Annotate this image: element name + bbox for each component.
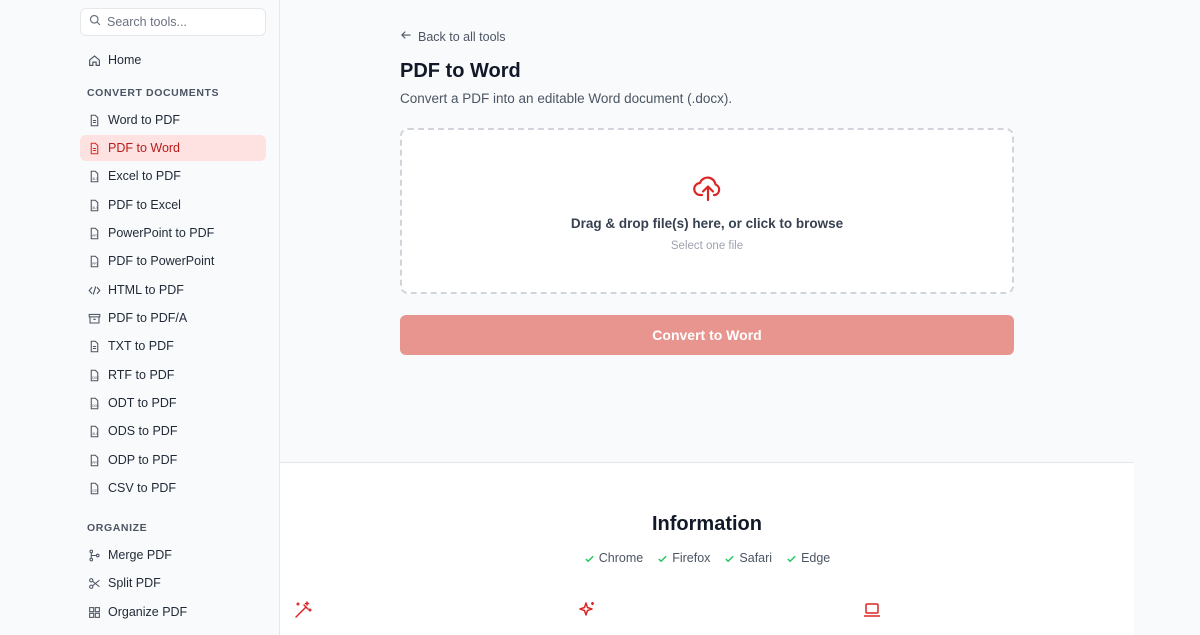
svg-text:DOC: DOC	[92, 404, 100, 408]
document-icon	[87, 141, 101, 155]
page-subtitle: Convert a PDF into an editable Word docu…	[400, 91, 733, 106]
sidebar-item-label: Merge PDF	[108, 548, 172, 562]
sidebar: Home CONVERT DOCUMENTS Word to PDF PDF t…	[0, 0, 280, 635]
home-icon	[87, 53, 101, 67]
document-icon	[87, 339, 101, 353]
search-box[interactable]	[80, 8, 266, 36]
sidebar-item-excel-to-pdf[interactable]: XLS Excel to PDF	[80, 163, 266, 189]
sidebar-item-label: RTF to PDF	[108, 368, 175, 382]
search-input[interactable]	[107, 15, 257, 29]
sidebar-item-label: CSV to PDF	[108, 481, 177, 495]
merge-icon	[87, 548, 101, 562]
doc-file-icon: DOC	[87, 396, 101, 410]
sidebar-item-label: ODP to PDF	[108, 453, 178, 467]
sidebar-item-label: PDF to PDF/A	[108, 311, 188, 325]
dropzone-instructions: Drag & drop file(s) here, or click to br…	[570, 216, 844, 231]
grid-icon	[87, 605, 101, 619]
sidebar-item-label: Home	[108, 53, 142, 67]
back-link[interactable]: Back to all tools	[400, 29, 506, 44]
sidebar-item-label: Excel to PDF	[108, 169, 181, 183]
svg-text:PPT: PPT	[92, 262, 98, 266]
sidebar-item-odt-to-pdf[interactable]: DOC ODT to PDF	[80, 390, 266, 416]
xls-file-icon: XLS	[87, 198, 101, 212]
sidebar-item-html-to-pdf[interactable]: HTML to PDF	[80, 277, 266, 303]
check-icon	[725, 555, 735, 562]
browser-label: Firefox	[672, 551, 711, 565]
svg-text:XLS: XLS	[92, 206, 98, 210]
svg-text:PPT: PPT	[92, 234, 98, 238]
file-dropzone[interactable]: Drag & drop file(s) here, or click to br…	[400, 128, 1014, 294]
sidebar-item-label: PDF to PowerPoint	[108, 254, 215, 268]
ppt-file-icon: PPT	[87, 254, 101, 268]
doc-file-icon: DOC	[87, 368, 101, 382]
section-label-convert: CONVERT DOCUMENTS	[87, 87, 220, 99]
code-icon	[87, 283, 101, 297]
sidebar-item-organize-pdf[interactable]: Organize PDF	[80, 599, 266, 625]
xls-file-icon: XLS	[87, 424, 101, 438]
xls-file-icon: XLS	[87, 169, 101, 183]
sidebar-item-merge-pdf[interactable]: Merge PDF	[80, 542, 266, 568]
sidebar-item-split-pdf[interactable]: Split PDF	[80, 570, 266, 596]
dropzone-hint: Select one file	[670, 240, 744, 252]
browser-edge: Edge	[786, 551, 830, 565]
sidebar-item-label: ODT to PDF	[108, 396, 177, 410]
sidebar-item-label: PDF to Word	[108, 141, 181, 155]
search-icon	[89, 13, 101, 31]
scissors-icon	[87, 576, 101, 590]
back-link-label: Back to all tools	[418, 29, 506, 44]
sidebar-item-pdf-to-powerpoint[interactable]: PPT PDF to PowerPoint	[80, 248, 266, 274]
section-label-organize: ORGANIZE	[87, 522, 148, 534]
browser-firefox: Firefox	[657, 551, 710, 565]
check-icon	[585, 555, 594, 562]
sidebar-item-label: Organize PDF	[108, 605, 188, 619]
sidebar-item-word-to-pdf[interactable]: Word to PDF	[80, 107, 266, 133]
document-icon	[87, 113, 101, 127]
sidebar-item-partial[interactable]	[80, 627, 266, 635]
sidebar-item-pdf-to-excel[interactable]: XLS PDF to Excel	[80, 192, 266, 218]
magic-wand-icon	[293, 600, 313, 620]
svg-text:DOC: DOC	[92, 376, 100, 380]
sidebar-item-label: Split PDF	[108, 576, 161, 590]
sidebar-item-csv-to-pdf[interactable]: CSV CSV to PDF	[80, 475, 266, 501]
sidebar-item-odp-to-pdf[interactable]: PPT ODP to PDF	[80, 447, 266, 473]
svg-text:PPT: PPT	[92, 461, 98, 465]
sidebar-item-pdf-to-pdfa[interactable]: PDF to PDF/A	[80, 305, 266, 331]
sidebar-item-pdf-to-word[interactable]: PDF to Word	[80, 135, 266, 161]
sidebar-item-txt-to-pdf[interactable]: TXT to PDF	[80, 333, 266, 359]
sidebar-item-rtf-to-pdf[interactable]: DOC RTF to PDF	[80, 362, 266, 388]
sidebar-item-label: TXT to PDF	[108, 339, 174, 353]
archive-icon	[87, 311, 101, 325]
ppt-file-icon: PPT	[87, 453, 101, 467]
ppt-file-icon: PPT	[87, 226, 101, 240]
information-title: Information	[652, 513, 762, 535]
csv-file-icon: CSV	[87, 481, 101, 495]
browser-chrome: Chrome	[584, 551, 643, 565]
sidebar-item-label: PowerPoint to PDF	[108, 226, 215, 240]
browser-safari: Safari	[724, 551, 772, 565]
sidebar-item-label: HTML to PDF	[108, 283, 184, 297]
browser-label: Safari	[739, 551, 773, 565]
page-title: PDF to Word	[400, 60, 521, 82]
svg-text:XLS: XLS	[92, 432, 98, 436]
sidebar-item-label: PDF to Excel	[108, 198, 181, 212]
svg-text:CSV: CSV	[92, 489, 99, 493]
sidebar-item-label: ODS to PDF	[108, 424, 178, 438]
browser-support-list: Chrome Firefox Safari Edge	[280, 551, 1134, 565]
check-icon	[787, 555, 796, 562]
svg-text:XLS: XLS	[92, 177, 98, 181]
sidebar-item-powerpoint-to-pdf[interactable]: PPT PowerPoint to PDF	[80, 220, 266, 246]
information-section: Information Chrome Firefox Safari Edge	[280, 462, 1134, 635]
cloud-upload-icon	[692, 172, 724, 204]
arrow-left-icon	[400, 29, 418, 44]
browser-label: Edge	[801, 551, 831, 565]
sidebar-item-home[interactable]: Home	[80, 47, 266, 73]
check-icon	[658, 555, 667, 562]
convert-button[interactable]: Convert to Word	[400, 315, 1014, 355]
browser-label: Chrome	[598, 551, 644, 565]
laptop-icon	[862, 600, 882, 620]
sparkles-icon	[577, 600, 597, 620]
sidebar-item-ods-to-pdf[interactable]: XLS ODS to PDF	[80, 418, 266, 444]
sidebar-item-label: Word to PDF	[108, 113, 181, 127]
